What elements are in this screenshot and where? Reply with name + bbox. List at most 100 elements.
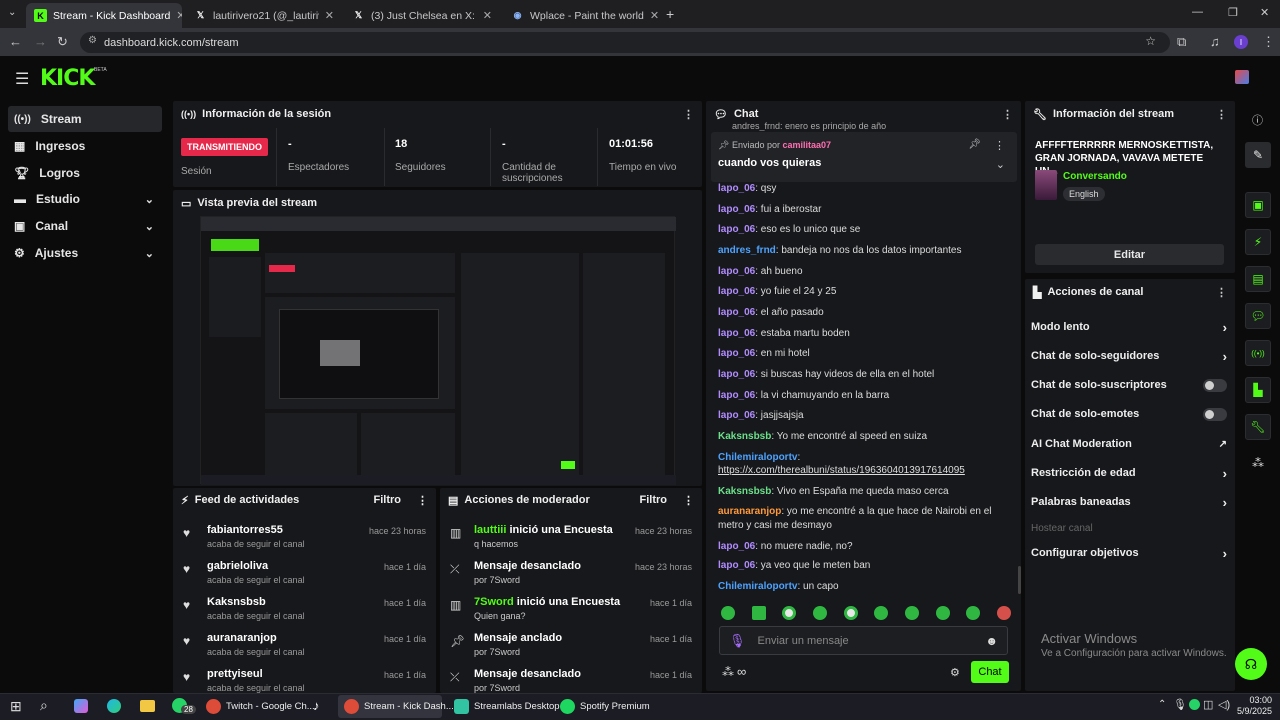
chat-username[interactable]: lapo_06 — [718, 560, 755, 571]
maximize-icon[interactable]: ❐ — [1228, 6, 1238, 19]
subscribers-only-toggle[interactable] — [1203, 378, 1227, 392]
volume-icon[interactable]: ◁) — [1218, 698, 1230, 711]
user-avatar[interactable] — [1235, 70, 1249, 84]
extensions-icon[interactable]: ⧉ — [1177, 34, 1186, 50]
minimize-icon[interactable]: — — [1192, 6, 1203, 18]
kebab-menu-icon[interactable]: ⋮ — [1216, 286, 1227, 299]
chat-link[interactable]: https://x.com/therealbuni/status/1963604… — [718, 465, 965, 476]
feed-user[interactable]: gabrieloliva — [207, 560, 305, 572]
chat-settings-gear-icon[interactable]: ⚙ — [950, 666, 960, 679]
close-icon[interactable]: ✕ — [325, 9, 334, 22]
close-icon[interactable]: ✕ — [483, 9, 492, 22]
feed-user[interactable]: Kaksnsbsb — [207, 596, 305, 608]
copilot-icon[interactable] — [74, 699, 88, 713]
send-chat-button[interactable]: Chat — [971, 661, 1009, 683]
taskbar-streamlabs[interactable]: Streamlabs Desktop — [448, 695, 560, 718]
chat-username[interactable]: lapo_06 — [718, 204, 755, 215]
chat-username[interactable]: Chilemiraloportv — [718, 581, 797, 592]
sidebar-item-logros[interactable]: 🏆︎ Logros — [8, 160, 162, 186]
network-icon[interactable]: ◫ — [1203, 698, 1213, 711]
emoji-picker-icon[interactable]: ☻ — [985, 634, 998, 648]
action-configure-goals[interactable]: Configurar objetivos › — [1031, 542, 1227, 564]
mod-user[interactable]: lauttiii — [474, 524, 506, 536]
chat-username[interactable]: Kaksnsbsb — [718, 486, 771, 497]
taskbar-kick-chrome[interactable]: Stream - Kick Dash... — [338, 695, 454, 718]
whatsapp-tray-icon[interactable] — [1189, 699, 1200, 710]
filter-button[interactable]: Filtro — [640, 494, 668, 506]
pinned-message[interactable]: 📌︎ Enviado por camilitaa07 cuando vos qu… — [711, 132, 1017, 182]
taskbar-twitch-chrome[interactable]: Twitch - Google Ch... — [200, 695, 315, 718]
rail-actions-icon[interactable]: ▙ — [1245, 377, 1271, 403]
close-icon[interactable]: ✕ — [650, 9, 659, 22]
forward-arrow-icon[interactable]: → — [34, 34, 47, 49]
action-ai-moderation[interactable]: AI Chat Moderation ↗ — [1031, 433, 1227, 455]
feed-user[interactable]: auranaranjop — [207, 632, 305, 644]
emote-icon[interactable] — [843, 606, 858, 620]
edit-pencil-icon[interactable]: ✎ — [1245, 142, 1271, 168]
chat-username[interactable]: lapo_06 — [718, 183, 755, 194]
tab-kick-dashboard[interactable]: K Stream - Kick Dashboard ✕ — [26, 3, 182, 28]
tab-x-post[interactable]: 𝕏 (3) Just Chelsea en X: "Nee, mir ✕ — [344, 3, 500, 28]
edit-stream-button[interactable]: Editar — [1035, 244, 1224, 265]
pinned-by-user[interactable]: camilitaa07 — [783, 140, 832, 150]
kick-points-icon[interactable]: ⁂ — [722, 665, 734, 679]
rail-points-icon[interactable]: ⁂ — [1252, 456, 1264, 470]
chat-username[interactable]: lapo_06 — [718, 224, 755, 235]
stream-preview-video[interactable] — [200, 216, 676, 485]
emotes-only-toggle[interactable] — [1203, 407, 1227, 421]
close-icon[interactable]: ✕ — [176, 9, 182, 22]
chevron-down-icon[interactable]: ⌄ — [996, 158, 1005, 171]
unpin-button-icon[interactable]: 📌︎ — [968, 139, 981, 150]
sidebar-item-ingresos[interactable]: ▦ Ingresos — [8, 133, 162, 159]
reload-icon[interactable]: ↻ — [57, 34, 68, 50]
filter-button[interactable]: Filtro — [374, 494, 402, 506]
window-close-icon[interactable]: ✕ — [1260, 6, 1269, 19]
chat-username[interactable]: andres_frnd — [718, 245, 776, 256]
emote-icon[interactable] — [782, 606, 797, 620]
kebab-menu-icon[interactable]: ⋮ — [994, 139, 1005, 152]
profile-avatar[interactable]: I — [1234, 35, 1248, 49]
tab-x-profile[interactable]: 𝕏 lautirivero21 (@_lautiriveroo) / ✕ — [186, 3, 342, 28]
sidebar-item-ajustes[interactable]: ⚙ Ajustes ⌄ — [8, 240, 162, 266]
rail-lightning-icon[interactable]: ⚡︎ — [1245, 229, 1271, 255]
tiktok-icon[interactable]: ♪ — [313, 698, 320, 713]
rail-broadcast-icon[interactable]: ((•)) — [1245, 340, 1271, 366]
media-icon[interactable]: ♫ — [1210, 34, 1220, 49]
emote-icon[interactable] — [904, 606, 919, 620]
rail-wrench-icon[interactable]: 🔧︎ — [1245, 414, 1271, 440]
address-bar[interactable]: ⚙ dashboard.kick.com/stream ☆ — [80, 32, 1170, 53]
emote-icon[interactable] — [874, 606, 889, 620]
chat-username[interactable]: lapo_06 — [718, 286, 755, 297]
chat-username[interactable]: Chilemiraloportv — [718, 452, 797, 463]
microphone-icon[interactable]: 🎙︎ — [729, 633, 746, 649]
site-info-icon[interactable]: ⚙ — [88, 35, 97, 46]
rail-document-icon[interactable]: ▤ — [1245, 266, 1271, 292]
sidebar-item-stream[interactable]: ((•)) Stream — [8, 106, 162, 132]
rail-chat-icon[interactable]: 💬︎ — [1245, 303, 1271, 329]
emote-icon[interactable] — [812, 606, 827, 620]
kebab-menu-icon[interactable]: ⋮ — [1002, 108, 1013, 121]
emote-icon[interactable] — [751, 606, 766, 620]
emote-icon[interactable] — [966, 606, 981, 620]
file-explorer-icon[interactable] — [140, 700, 155, 712]
info-icon[interactable]: ⓘ — [1252, 112, 1263, 128]
chat-username[interactable]: lapo_06 — [718, 266, 755, 277]
kebab-menu-icon[interactable]: ⋮ — [683, 108, 694, 121]
search-icon[interactable]: ⌕ — [40, 697, 48, 714]
action-age-restriction[interactable]: Restricción de edad › — [1031, 462, 1227, 484]
feed-user[interactable]: prettyiseul — [207, 668, 305, 680]
emote-icon[interactable] — [721, 606, 735, 620]
kebab-menu-icon[interactable]: ⋮ — [683, 494, 694, 507]
emote-icon[interactable] — [996, 606, 1011, 620]
microphone-tray-icon[interactable]: 🎙︎ — [1173, 698, 1187, 711]
chat-username[interactable]: lapo_06 — [718, 307, 755, 318]
chat-username[interactable]: lapo_06 — [718, 369, 755, 380]
edge-icon[interactable] — [107, 699, 121, 713]
chat-username[interactable]: Kaksnsbsb — [718, 431, 771, 442]
kick-logo[interactable]: KICK — [40, 66, 95, 91]
mod-user[interactable]: 7Sword — [474, 596, 514, 608]
support-headset-icon[interactable]: ☊ — [1235, 648, 1267, 680]
chat-scrollbar[interactable] — [1018, 566, 1021, 594]
hamburger-menu-icon[interactable]: ☰ — [15, 69, 29, 89]
stream-category[interactable]: Conversando — [1063, 171, 1127, 182]
